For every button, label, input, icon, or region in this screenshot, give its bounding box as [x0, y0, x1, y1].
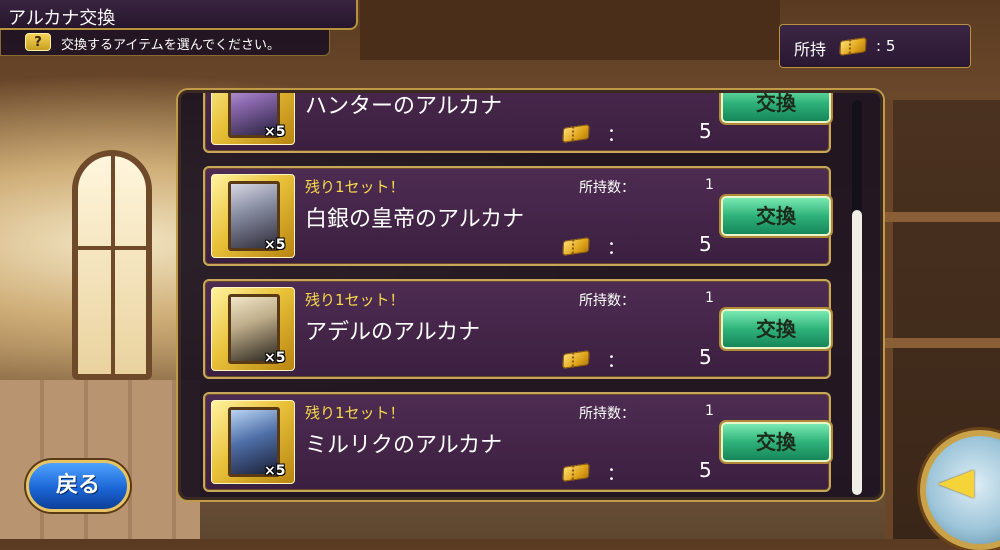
page-title: アルカナ交換 — [8, 8, 116, 29]
back-button[interactable]: 戻る — [26, 460, 130, 512]
item-thumbnail: ×5 — [211, 174, 295, 258]
item-name: 白銀の皇帝のアルカナ — [305, 207, 525, 232]
owned-count-label: 所持数： — [579, 406, 635, 422]
cost-value: 5 — [699, 345, 712, 369]
item-name: ミルリクのアルカナ — [305, 433, 503, 458]
owned-value: : 5 — [876, 37, 896, 55]
item-thumbnail: ×5 — [211, 93, 295, 145]
owned-count-value: 1 — [705, 177, 714, 193]
scrollbar-thumb[interactable] — [852, 210, 862, 495]
owned-count-value: 1 — [705, 290, 714, 306]
cost-colon: ： — [607, 351, 625, 372]
cost-value: 5 — [699, 458, 712, 482]
item-thumbnail: ×5 — [211, 400, 295, 484]
exchange-list-panel: ×5 ハンターのアルカナ ： 5 交換 ×5 残り1セット！ 所持数： 1 白銀… — [178, 90, 883, 500]
title-bar: アルカナ交換 — [0, 0, 358, 30]
cost-value: 5 — [699, 232, 712, 256]
owned-count-label: 所持数： — [579, 180, 635, 196]
owned-count-value: 1 — [705, 403, 714, 419]
ticket-icon — [839, 37, 867, 56]
instruction-text: 交換するアイテムを選んでください。 — [61, 38, 281, 53]
remaining-sets: 残り1セット！ — [305, 178, 405, 196]
card-count: ×5 — [264, 124, 286, 140]
item-thumbnail: ×5 — [211, 287, 295, 371]
card-count: ×5 — [264, 237, 286, 253]
cost-colon: ： — [607, 238, 625, 259]
remaining-sets: 残り1セット！ — [305, 291, 405, 309]
list-item: ×5 残り1セット！ 所持数： 1 白銀の皇帝のアルカナ ： 5 交換 — [203, 166, 831, 266]
background-shelf-plank — [885, 212, 1000, 222]
cost-colon: ： — [607, 464, 625, 485]
owned-currency-box: 所持 : 5 — [779, 24, 971, 68]
item-name: アデルのアルカナ — [305, 320, 481, 345]
instruction-bar: ? 交換するアイテムを選んでください。 — [0, 30, 330, 56]
ticket-icon — [562, 463, 590, 482]
background-window — [72, 150, 152, 380]
card-count: ×5 — [264, 463, 286, 479]
cost-colon: ： — [607, 125, 625, 146]
owned-count-label: 所持数： — [579, 293, 635, 309]
background-shelf-plank — [885, 338, 1000, 348]
arrow-left-icon[interactable] — [938, 470, 974, 498]
list-item: ×5 残り1セット！ 所持数： 1 ミルリクのアルカナ ： 5 交換 — [203, 392, 831, 492]
item-name: ハンターのアルカナ — [305, 94, 503, 119]
exchange-button[interactable]: 交換 — [721, 309, 831, 349]
ticket-icon — [562, 350, 590, 369]
list-scrollbar[interactable] — [852, 100, 862, 495]
help-icon[interactable]: ? — [25, 33, 51, 51]
cost-value: 5 — [699, 119, 712, 143]
list-item: ×5 残り1セット！ 所持数： 1 アデルのアルカナ ： 5 交換 — [203, 279, 831, 379]
background-ceiling-beam — [360, 0, 780, 60]
remaining-sets: 残り1セット！ — [305, 404, 405, 422]
exchange-button[interactable]: 交換 — [721, 422, 831, 462]
card-count: ×5 — [264, 350, 286, 366]
ticket-icon — [562, 124, 590, 143]
exchange-button[interactable]: 交換 — [721, 93, 831, 123]
ticket-icon — [562, 237, 590, 256]
exchange-button[interactable]: 交換 — [721, 196, 831, 236]
list-item: ×5 ハンターのアルカナ ： 5 交換 — [203, 93, 831, 153]
owned-label: 所持 — [794, 40, 827, 59]
